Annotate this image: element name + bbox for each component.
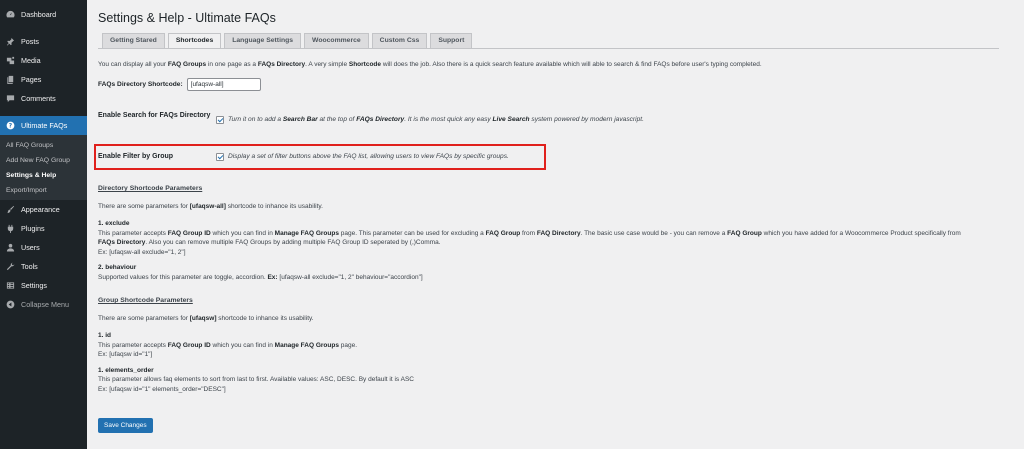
menu-dashboard[interactable]: Dashboard <box>0 5 87 24</box>
main-content: Settings & Help - Ultimate FAQs Getting … <box>87 0 1024 449</box>
tab-support[interactable]: Support <box>430 33 473 48</box>
menu-comments-label: Comments <box>21 94 56 103</box>
question-icon: ? <box>6 121 15 130</box>
menu-dashboard-label: Dashboard <box>21 10 57 19</box>
plug-icon <box>6 224 15 233</box>
submenu-export-import[interactable]: Export/Import <box>0 183 87 198</box>
menu-plugins-label: Plugins <box>21 224 45 233</box>
search-option-field: Turn it on to add a Search Bar at the to… <box>216 115 644 125</box>
exclude-param-example: Ex: [ufaqsw-all exclude="1, 2"] <box>98 248 186 256</box>
wrench-icon <box>6 262 15 271</box>
media-icon <box>6 56 15 65</box>
tab-divider <box>98 48 999 49</box>
elements-order-param-title: 1. elements_order <box>98 366 154 374</box>
group-params-intro: There are some parameters for [ufaqsw] s… <box>98 314 314 322</box>
tab-woocommerce[interactable]: Woocommerce <box>304 33 369 48</box>
pages-icon <box>6 75 15 84</box>
menu-plugins[interactable]: Plugins <box>0 219 87 238</box>
menu-tools-label: Tools <box>21 262 38 271</box>
menu-media-label: Media <box>21 56 41 65</box>
user-icon <box>6 243 15 252</box>
search-checkbox[interactable] <box>216 116 224 124</box>
directory-shortcode-input[interactable] <box>186 78 261 91</box>
behaviour-param-title: 2. behaviour <box>98 264 137 271</box>
search-option-row: Enable Search for FAQs Directory Turn it… <box>98 111 644 125</box>
id-param-desc: This parameter accepts FAQ Group ID whic… <box>98 341 358 349</box>
pin-icon <box>6 37 15 46</box>
brush-icon <box>6 205 15 214</box>
tab-getting-started[interactable]: Getting Stared <box>102 33 165 48</box>
comment-icon <box>6 94 15 103</box>
admin-sidebar: Dashboard Posts Media Pages Comments ? U… <box>0 0 87 449</box>
menu-users-label: Users <box>21 243 40 252</box>
menu-ultimate-faqs[interactable]: ? Ultimate FAQs <box>0 116 87 135</box>
group-params-section: Group Shortcode Parameters There are som… <box>98 296 1014 394</box>
menu-posts-label: Posts <box>21 37 39 46</box>
menu-tools[interactable]: Tools <box>0 257 87 276</box>
save-changes-button[interactable]: Save Changes <box>98 418 153 433</box>
elements-order-param-example: Ex: [ufaqsw id="1" elements_order="DESC"… <box>98 385 226 393</box>
directory-shortcode-label: FAQs Directory Shortcode: <box>98 81 183 88</box>
exclude-param-desc: This parameter accepts FAQ Group ID whic… <box>98 229 961 247</box>
menu-pages-label: Pages <box>21 75 42 84</box>
menu-media[interactable]: Media <box>0 51 87 70</box>
menu-comments[interactable]: Comments <box>0 89 87 108</box>
page-title: Settings & Help - Ultimate FAQs <box>98 11 276 25</box>
submenu-add-new-faq-group[interactable]: Add New FAQ Group <box>0 153 87 168</box>
directory-params-intro: There are some parameters for [ufaqsw-al… <box>98 202 323 210</box>
menu-settings-label: Settings <box>21 281 47 290</box>
search-option-desc: Turn it on to add a Search Bar at the to… <box>228 116 644 123</box>
exclude-param-title: 1. exclude <box>98 220 130 227</box>
behaviour-param-desc: Supported values for this parameter are … <box>98 273 423 281</box>
highlight-box <box>94 144 546 170</box>
search-option-label: Enable Search for FAQs Directory <box>98 112 211 119</box>
tab-custom-css[interactable]: Custom Css <box>371 33 428 48</box>
settings-tabs: Getting Stared Shortcodes Language Setti… <box>102 33 475 49</box>
submenu-settings-help[interactable]: Settings & Help <box>0 168 87 183</box>
menu-settings[interactable]: Settings <box>0 276 87 295</box>
directory-shortcode-row: FAQs Directory Shortcode: <box>98 78 261 91</box>
elements-order-param-desc: This parameter allows faq elements to so… <box>98 376 414 383</box>
collapse-menu-button[interactable]: Collapse Menu <box>0 295 87 314</box>
menu-appearance-label: Appearance <box>21 205 60 214</box>
tab-shortcodes[interactable]: Shortcodes <box>167 33 222 49</box>
menu-ultimate-faqs-label: Ultimate FAQs <box>21 121 68 130</box>
collapse-icon <box>6 300 15 309</box>
collapse-menu-label: Collapse Menu <box>21 300 69 309</box>
menu-users[interactable]: Users <box>0 238 87 257</box>
group-params-heading: Group Shortcode Parameters <box>98 297 193 304</box>
ultimate-faqs-submenu: All FAQ Groups Add New FAQ Group Setting… <box>0 135 87 200</box>
intro-text: You can display all your FAQ Groups in o… <box>98 61 762 68</box>
id-param-example: Ex: [ufaqsw id="1"] <box>98 351 153 358</box>
id-param-title: 1. id <box>98 332 112 339</box>
submenu-all-faq-groups[interactable]: All FAQ Groups <box>0 138 87 153</box>
menu-appearance[interactable]: Appearance <box>0 200 87 219</box>
settings-icon <box>6 281 15 290</box>
tab-language-settings[interactable]: Language Settings <box>224 33 302 48</box>
directory-params-heading: Directory Shortcode Parameters <box>98 185 203 192</box>
menu-posts[interactable]: Posts <box>0 32 87 51</box>
dashboard-icon <box>6 10 15 19</box>
menu-pages[interactable]: Pages <box>0 70 87 89</box>
directory-params-section: Directory Shortcode Parameters There are… <box>98 184 1014 282</box>
